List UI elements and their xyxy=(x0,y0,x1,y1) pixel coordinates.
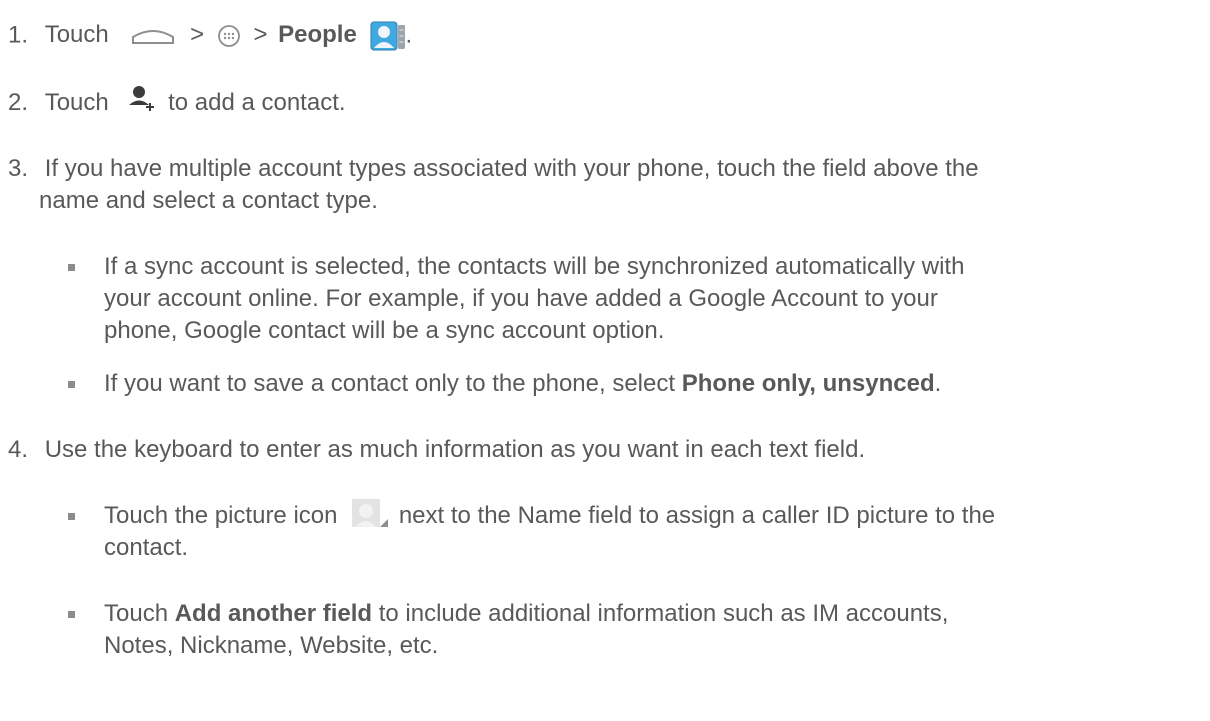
bullet-text: phone, Google contact will be a sync acc… xyxy=(104,317,665,344)
bullet-text: next to the Name field to assign a calle… xyxy=(398,502,996,529)
home-icon xyxy=(129,21,177,51)
bullet-text: If you want to save a contact only to th… xyxy=(104,370,676,397)
step-number: 4. xyxy=(8,436,29,463)
bullet-text: contact. xyxy=(104,534,189,561)
bullet-item: Touch the picture icon next to the Name … xyxy=(104,498,996,532)
step-3: 3. If you have multiple account types as… xyxy=(8,154,979,184)
bullet-text: Touch the picture icon xyxy=(104,502,338,529)
bullet-marker xyxy=(68,264,75,271)
people-app-icon xyxy=(370,20,406,52)
phone-only-unsynced-label: Phone only, unsynced xyxy=(681,370,935,397)
bullet-text: Notes, Nickname, Website, etc. xyxy=(104,632,439,659)
add-another-field-label: Add another field xyxy=(174,600,373,627)
bullet-item: Touch Add another field to include addit… xyxy=(104,599,948,629)
apps-icon xyxy=(217,24,241,48)
step-text: If you have multiple account types assoc… xyxy=(44,155,979,182)
step-text: to add a contact. xyxy=(168,89,346,116)
bullet-marker xyxy=(68,381,75,388)
step-number: 1. xyxy=(8,21,29,49)
step-4: 4. Use the keyboard to enter as much inf… xyxy=(8,435,865,465)
bullet-marker xyxy=(68,611,75,618)
step-1: 1. Touch > > People . xyxy=(8,20,412,52)
bullet-text: your account online. For example, if you… xyxy=(104,285,938,312)
contact-picture-icon xyxy=(350,498,392,528)
add-contact-icon xyxy=(127,83,157,113)
step-number: 3. xyxy=(8,155,29,182)
bullet-text: If a sync account is selected, the conta… xyxy=(104,253,965,280)
bullet-item: If you want to save a contact only to th… xyxy=(104,369,941,399)
step-text: Touch xyxy=(44,89,109,116)
step-text: Use the keyboard to enter as much inform… xyxy=(44,436,866,463)
step-3-line-2: name and select a contact type. xyxy=(39,187,378,214)
separator: > xyxy=(253,21,268,49)
bullet-end: . xyxy=(934,370,942,397)
step-number: 2. xyxy=(8,89,29,116)
step-2: 2. Touch to add a contact. xyxy=(8,85,346,119)
step-text: Touch xyxy=(44,21,109,49)
bullet-text: to include additional information such a… xyxy=(378,600,949,627)
step-end: . xyxy=(405,21,413,49)
people-label: People xyxy=(278,21,357,49)
separator: > xyxy=(190,21,205,49)
bullet-text: Touch xyxy=(104,600,169,627)
bullet-marker xyxy=(68,513,75,520)
